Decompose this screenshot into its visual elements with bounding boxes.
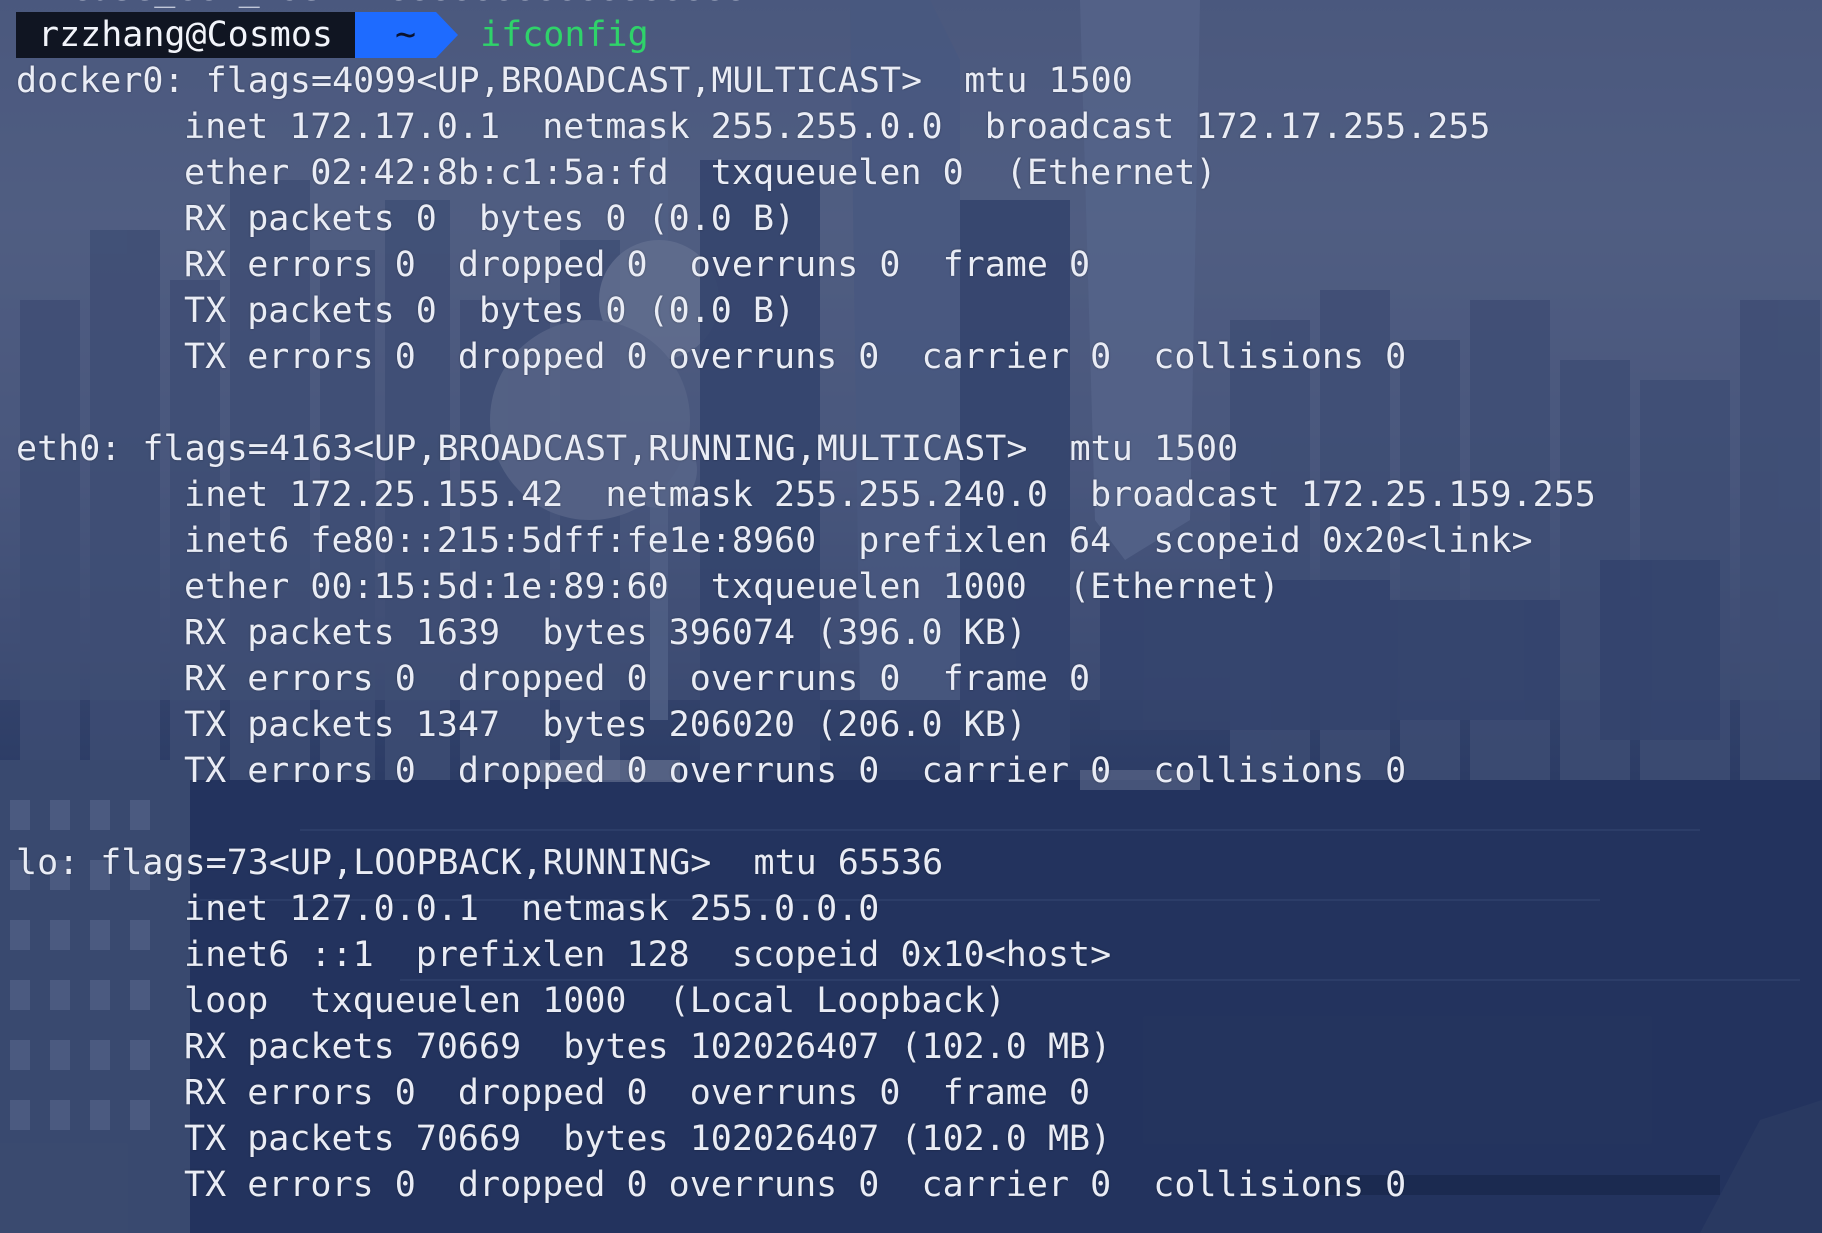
interface-detail-line: RX packets 70669 bytes 102026407 (102.0 … [184,1027,1112,1067]
interface-detail-line: inet6 fe80::215:5dff:fe1e:8960 prefixlen… [184,521,1533,561]
prompt-user-host: rzzhang@Cosmos [16,12,378,58]
command-output: docker0: flags=4099<UP,BROADCAST,MULTICA… [16,58,1596,1208]
interface-detail-line: inet 127.0.0.1 netmask 255.0.0.0 [184,889,880,929]
interface-detail-line: RX errors 0 dropped 0 overruns 0 frame 0 [184,659,1091,699]
scrolled-previous-output: cuse_ccn_mask ccccccccccccccccc [70,0,744,12]
interface-detail-line: inet6 ::1 prefixlen 128 scopeid 0x10<hos… [184,935,1112,975]
interface-header-lo: lo: flags=73<UP,LOOPBACK,RUNNING> mtu 65… [16,843,944,883]
interface-detail-line: TX errors 0 dropped 0 overruns 0 carrier… [184,751,1407,791]
interface-detail-line: ether 02:42:8b:c1:5a:fd txqueuelen 0 (Et… [184,153,1217,193]
interface-detail-line: RX errors 0 dropped 0 overruns 0 frame 0 [184,245,1091,285]
interface-detail-line: loop txqueuelen 1000 (Local Loopback) [184,981,1006,1021]
interface-detail-line: TX packets 0 bytes 0 (0.0 B) [184,291,796,331]
interface-detail-line: TX errors 0 dropped 0 overruns 0 carrier… [184,1165,1407,1205]
interface-detail-line: ether 00:15:5d:1e:89:60 txqueuelen 1000 … [184,567,1280,607]
prompt-command: ifconfig [480,15,649,55]
interface-detail-line: RX errors 0 dropped 0 overruns 0 frame 0 [184,1073,1091,1113]
interface-detail-line: inet 172.25.155.42 netmask 255.255.240.0… [184,475,1596,515]
interface-detail-line: TX packets 1347 bytes 206020 (206.0 KB) [184,705,1027,745]
interface-detail-line: TX errors 0 dropped 0 overruns 0 carrier… [184,337,1407,377]
shell-prompt: rzzhang@Cosmos ~ ifconfig [16,12,649,58]
interface-header-eth0: eth0: flags=4163<UP,BROADCAST,RUNNING,MU… [16,429,1239,469]
interface-detail-line: TX packets 70669 bytes 102026407 (102.0 … [184,1119,1112,1159]
interface-detail-line: inet 172.17.0.1 netmask 255.255.0.0 broa… [184,107,1491,147]
interface-header-docker0: docker0: flags=4099<UP,BROADCAST,MULTICA… [16,61,1133,101]
interface-detail-line: RX packets 0 bytes 0 (0.0 B) [184,199,796,239]
interface-detail-line: RX packets 1639 bytes 396074 (396.0 KB) [184,613,1027,653]
prompt-directory: ~ [355,12,459,58]
terminal-window[interactable]: cuse_ccn_mask ccccccccccccccccc rzzhang@… [0,0,1822,1233]
